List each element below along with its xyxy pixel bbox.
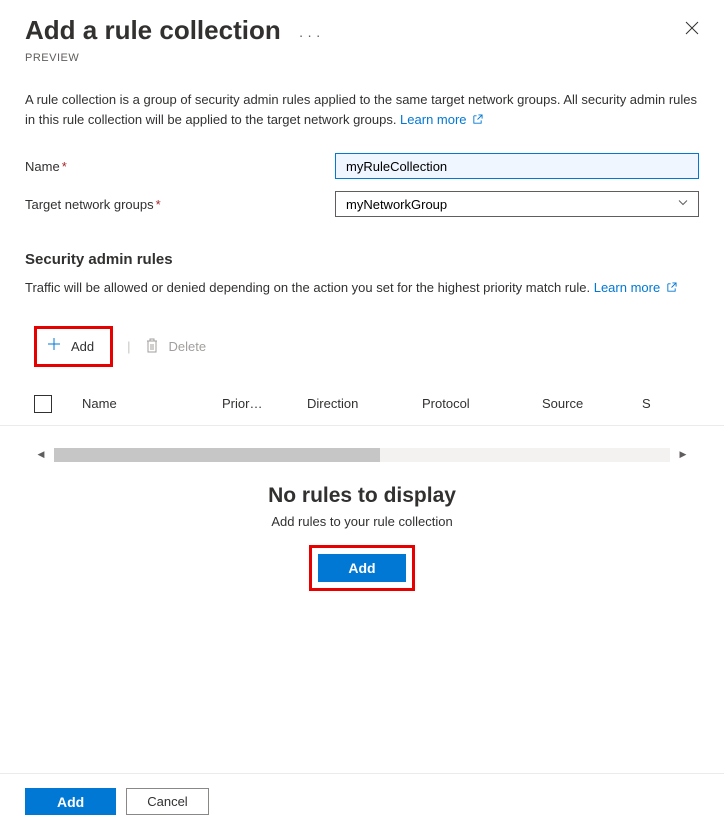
empty-state-subtitle: Add rules to your rule collection: [0, 514, 724, 529]
trash-icon: [145, 338, 159, 354]
required-indicator: *: [156, 197, 161, 212]
close-icon[interactable]: [685, 15, 699, 40]
external-link-icon: [666, 282, 677, 293]
security-rules-header: Security admin rules: [0, 223, 724, 274]
security-rules-description: Traffic will be allowed or denied depend…: [0, 274, 724, 308]
scroll-thumb[interactable]: [54, 448, 380, 462]
toolbar-add-button[interactable]: Add: [34, 326, 113, 367]
plus-icon: [47, 337, 61, 356]
toolbar-add-label: Add: [71, 339, 94, 354]
empty-state-title: No rules to display: [0, 484, 724, 508]
column-direction[interactable]: Direction: [307, 396, 422, 411]
scroll-left-icon[interactable]: ◀: [34, 448, 48, 462]
name-label: Name*: [25, 159, 335, 174]
scroll-track[interactable]: [54, 448, 670, 462]
name-input[interactable]: [335, 153, 699, 179]
more-icon[interactable]: · · ·: [299, 19, 321, 43]
description-text: A rule collection is a group of security…: [0, 82, 724, 147]
required-indicator: *: [62, 159, 67, 174]
toolbar-delete-label: Delete: [169, 339, 207, 354]
table-header: Name Prior… Direction Protocol Source S: [0, 375, 724, 426]
target-groups-label: Target network groups*: [25, 197, 335, 212]
column-priority[interactable]: Prior…: [222, 396, 307, 411]
toolbar-delete-button[interactable]: Delete: [145, 338, 207, 354]
horizontal-scrollbar[interactable]: ◀ ▶: [34, 448, 690, 464]
empty-state-add-button[interactable]: Add: [318, 554, 405, 582]
rules-learn-more-link[interactable]: Learn more: [594, 280, 677, 295]
column-protocol[interactable]: Protocol: [422, 396, 542, 411]
description-body: A rule collection is a group of security…: [25, 92, 697, 127]
select-all-checkbox[interactable]: [34, 395, 52, 413]
column-name[interactable]: Name: [82, 396, 222, 411]
footer-cancel-button[interactable]: Cancel: [126, 788, 208, 815]
preview-label: PREVIEW: [0, 52, 724, 82]
toolbar-separator: |: [127, 339, 130, 354]
column-source[interactable]: Source: [542, 396, 642, 411]
learn-more-link[interactable]: Learn more: [400, 112, 483, 127]
target-groups-select[interactable]: [335, 191, 699, 217]
column-extra[interactable]: S: [642, 396, 699, 411]
page-title: Add a rule collection: [25, 15, 281, 46]
scroll-right-icon[interactable]: ▶: [676, 448, 690, 462]
footer-add-button[interactable]: Add: [25, 788, 116, 815]
external-link-icon: [472, 114, 483, 125]
